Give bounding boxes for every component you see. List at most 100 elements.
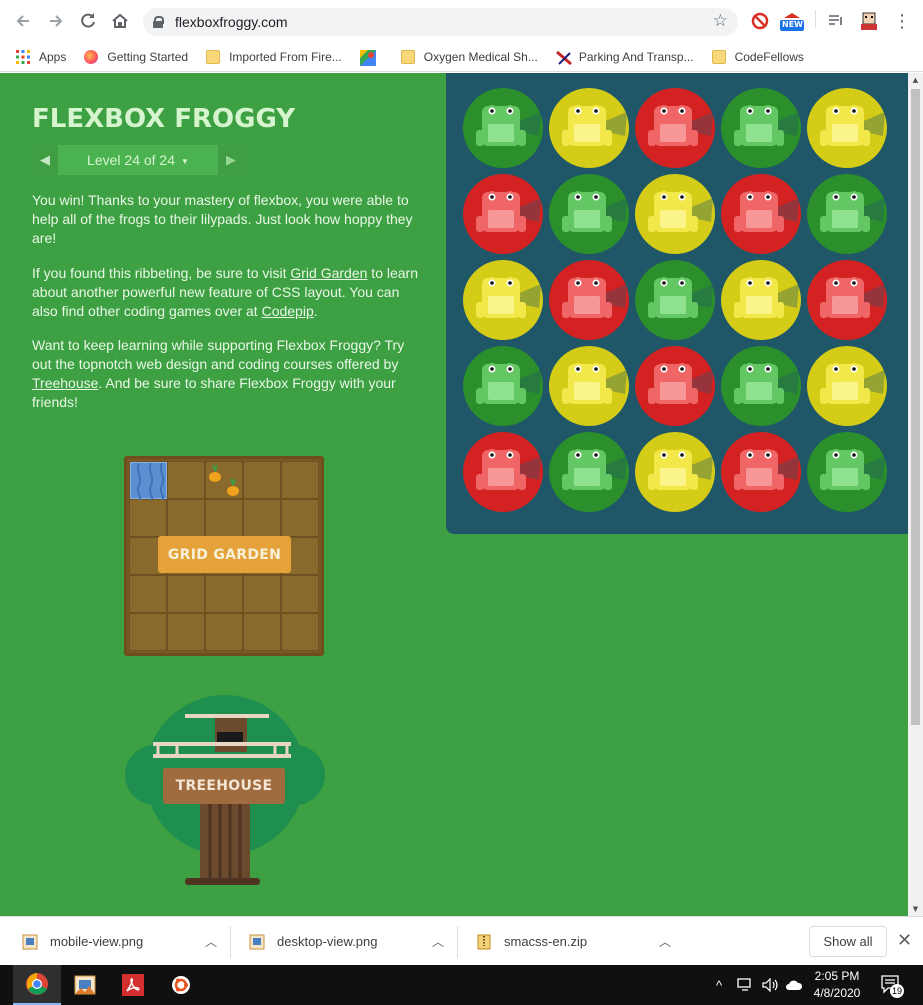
bookmark-getting-started[interactable]: Getting Started <box>84 49 189 64</box>
forward-icon[interactable] <box>42 7 70 35</box>
menu-kebab-icon[interactable]: ⋮ <box>893 10 911 32</box>
bookmark-maps[interactable] <box>359 49 383 66</box>
bookmark-codefellows-folder[interactable]: CodeFellows <box>711 49 804 64</box>
chrome-taskbar-icon[interactable] <box>13 965 61 1005</box>
red-frog <box>463 174 543 254</box>
green-frog <box>549 432 629 512</box>
bookmark-apps[interactable]: Apps <box>16 49 67 64</box>
bookmark-star-icon[interactable]: ☆ <box>713 11 728 31</box>
back-icon[interactable] <box>9 7 37 35</box>
bookmark-label: Oxygen Medical Sh... <box>423 49 538 64</box>
address-bar[interactable]: flexboxfroggy.com ☆ <box>143 8 738 36</box>
treehouse-paragraph: Want to keep learning while supporting F… <box>32 336 424 412</box>
game-page: FLEXBOX FROGGY ◀ Level 24 of 24 ▼ ▶ You w… <box>0 73 908 916</box>
treehouse-link[interactable]: Treehouse <box>32 375 98 391</box>
frog-grid <box>463 88 887 512</box>
codepip-link[interactable]: Codepip <box>262 303 314 319</box>
text: Want to keep learning while supporting F… <box>32 337 405 372</box>
folder-icon <box>711 49 726 64</box>
chevron-up-icon[interactable]: ︿ <box>432 933 444 950</box>
bookmark-parking[interactable]: Parking And Transp... <box>555 49 694 65</box>
url-text: flexboxfroggy.com <box>175 14 288 30</box>
grid-garden-link[interactable]: Grid Garden <box>290 265 367 281</box>
win-message: You win! Thanks to your mastery of flexb… <box>32 192 413 246</box>
chevron-up-icon[interactable]: ︿ <box>659 933 671 950</box>
zip-file-icon <box>476 934 492 950</box>
taskbar: ^ 2:05 PM 4/8/2020 19 <box>0 965 923 1005</box>
home-icon[interactable] <box>106 7 134 35</box>
level-label: Level 24 of 24 <box>87 152 176 168</box>
bookmark-label: Apps <box>39 49 67 64</box>
bookmark-label: CodeFellows <box>734 49 804 64</box>
green-frog <box>807 174 887 254</box>
red-frog <box>721 174 801 254</box>
chevron-up-icon[interactable]: ︿ <box>205 933 217 950</box>
image-file-icon <box>22 934 38 950</box>
new-extension-icon[interactable]: NEW <box>778 10 806 32</box>
text: . <box>313 303 318 319</box>
red-frog <box>721 432 801 512</box>
green-frog <box>463 88 543 168</box>
yellow-frog <box>549 346 629 426</box>
scroll-down-icon[interactable]: ▼ <box>908 902 923 916</box>
level-dropdown[interactable]: Level 24 of 24 ▼ <box>58 152 218 168</box>
bookmark-imported-folder[interactable]: Imported From Fire... <box>206 49 342 64</box>
folder-icon <box>206 49 221 64</box>
green-frog <box>807 432 887 512</box>
green-frog <box>635 260 715 340</box>
yellow-frog <box>549 88 629 168</box>
reading-list-icon[interactable] <box>826 10 846 32</box>
bookmark-label: Getting Started <box>107 49 189 64</box>
apps-grid-icon <box>16 49 30 64</box>
red-frog <box>463 432 543 512</box>
yellow-frog <box>635 174 715 254</box>
grid-garden-button[interactable]: GRID GARDEN <box>158 536 291 573</box>
page-scrollbar[interactable]: ▲ ▼ <box>908 73 923 916</box>
download-item[interactable]: mobile-view.png ︿ <box>22 917 231 966</box>
bookmark-oxygen-folder[interactable]: Oxygen Medical Sh... <box>400 49 538 64</box>
reload-icon[interactable] <box>74 7 102 35</box>
notification-count-badge: 19 <box>890 984 904 998</box>
prev-level-button[interactable]: ◀ <box>32 145 58 175</box>
yellow-frog <box>807 346 887 426</box>
download-item[interactable]: smacss-en.zip ︿ <box>476 917 671 966</box>
volume-icon[interactable] <box>762 965 780 1005</box>
close-icon[interactable]: ✕ <box>897 930 912 951</box>
system-clock[interactable]: 2:05 PM 4/8/2020 <box>806 968 868 1002</box>
scroll-up-icon[interactable]: ▲ <box>908 73 923 87</box>
grid-garden-paragraph: If you found this ribbeting, be sure to … <box>32 264 424 321</box>
next-level-button[interactable]: ▶ <box>218 145 244 175</box>
bookmark-label: Imported From Fire... <box>229 49 342 64</box>
block-extension-icon[interactable] <box>750 10 770 32</box>
onedrive-icon[interactable] <box>785 965 803 1005</box>
acrobat-taskbar-icon[interactable] <box>109 965 157 1005</box>
grid-garden-promo[interactable]: GRID GARDEN <box>124 456 324 656</box>
ubuntu-taskbar-icon[interactable] <box>157 965 205 1005</box>
action-center-icon[interactable]: 19 <box>880 965 904 1005</box>
photos-taskbar-icon[interactable] <box>61 965 109 1005</box>
show-all-button[interactable]: Show all <box>809 926 887 957</box>
red-frog <box>549 260 629 340</box>
download-filename: desktop-view.png <box>277 934 378 949</box>
bookmarks-bar: Apps Getting Started Imported From Fire.… <box>0 42 923 72</box>
bookmark-label: Parking And Transp... <box>578 49 694 64</box>
toolbar-divider <box>815 10 816 28</box>
scrollbar-thumb[interactable] <box>911 89 920 725</box>
treehouse-button[interactable]: TREEHOUSE <box>163 768 285 804</box>
treehouse-promo[interactable]: TREEHOUSE <box>125 690 325 890</box>
google-maps-icon <box>359 49 376 66</box>
green-frog <box>549 174 629 254</box>
image-file-icon <box>249 934 265 950</box>
profile-avatar[interactable] <box>858 10 880 32</box>
download-item[interactable]: desktop-view.png ︿ <box>249 917 458 966</box>
new-badge: NEW <box>782 20 803 29</box>
show-hidden-icons[interactable]: ^ <box>716 965 722 1005</box>
red-frog <box>807 260 887 340</box>
network-icon[interactable] <box>737 965 755 1005</box>
downloads-shelf: mobile-view.png ︿ desktop-view.png ︿ sma… <box>0 916 923 965</box>
red-frog <box>635 88 715 168</box>
lock-icon <box>153 16 164 28</box>
clock-date: 4/8/2020 <box>813 986 861 1000</box>
green-frog <box>721 88 801 168</box>
yellow-frog <box>635 432 715 512</box>
